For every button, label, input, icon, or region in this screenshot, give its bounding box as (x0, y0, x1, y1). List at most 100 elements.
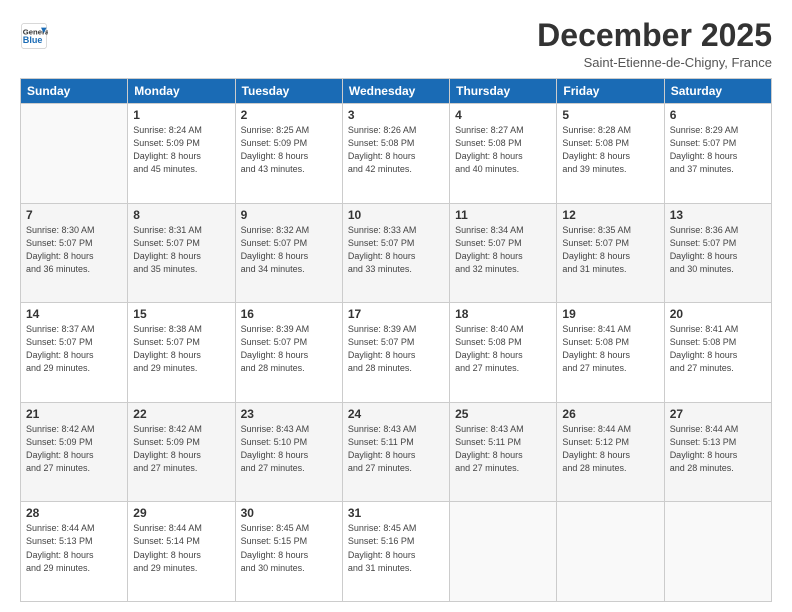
day-number: 6 (670, 108, 766, 122)
calendar-cell: 13 Sunrise: 8:36 AMSunset: 5:07 PMDayligh… (664, 203, 771, 303)
day-number: 10 (348, 208, 444, 222)
calendar-cell: 15 Sunrise: 8:38 AMSunset: 5:07 PMDayligh… (128, 303, 235, 403)
day-number: 20 (670, 307, 766, 321)
page: General Blue December 2025 Saint-Etienne… (0, 0, 792, 612)
calendar-cell: 3 Sunrise: 8:26 AMSunset: 5:08 PMDaylight… (342, 104, 449, 204)
calendar-cell: 1 Sunrise: 8:24 AMSunset: 5:09 PMDaylight… (128, 104, 235, 204)
calendar-cell: 7Sunrise: 8:30 AMSunset: 5:07 PMDaylight… (21, 203, 128, 303)
day-info: Sunrise: 8:43 AMSunset: 5:10 PMDaylight:… (241, 423, 337, 475)
day-info: Sunrise: 8:33 AMSunset: 5:07 PMDaylight:… (348, 224, 444, 276)
day-number: 11 (455, 208, 551, 222)
day-number: 23 (241, 407, 337, 421)
day-info: Sunrise: 8:39 AMSunset: 5:07 PMDaylight:… (348, 323, 444, 375)
day-number: 29 (133, 506, 229, 520)
calendar-cell: 20 Sunrise: 8:41 AMSunset: 5:08 PMDayligh… (664, 303, 771, 403)
calendar-cell: 22Sunrise: 8:42 AMSunset: 5:09 PMDayligh… (128, 402, 235, 502)
day-number: 18 (455, 307, 551, 321)
calendar-cell: 27 Sunrise: 8:44 AMSunset: 5:13 PMDayligh… (664, 402, 771, 502)
calendar-cell: 5 Sunrise: 8:28 AMSunset: 5:08 PMDaylight… (557, 104, 664, 204)
day-number: 14 (26, 307, 122, 321)
weekday-header-tuesday: Tuesday (235, 79, 342, 104)
day-info: Sunrise: 8:35 AMSunset: 5:07 PMDaylight:… (562, 224, 658, 276)
day-number: 9 (241, 208, 337, 222)
calendar-cell: 26 Sunrise: 8:44 AMSunset: 5:12 PMDayligh… (557, 402, 664, 502)
calendar-cell: 11 Sunrise: 8:34 AMSunset: 5:07 PMDayligh… (450, 203, 557, 303)
logo: General Blue (20, 22, 50, 50)
day-info: Sunrise: 8:43 AMSunset: 5:11 PMDaylight:… (455, 423, 551, 475)
day-number: 28 (26, 506, 122, 520)
logo-icon: General Blue (20, 22, 48, 50)
day-info: Sunrise: 8:25 AMSunset: 5:09 PMDaylight:… (241, 124, 337, 176)
day-info: Sunrise: 8:40 AMSunset: 5:08 PMDaylight:… (455, 323, 551, 375)
day-number: 7 (26, 208, 122, 222)
day-info: Sunrise: 8:28 AMSunset: 5:08 PMDaylight:… (562, 124, 658, 176)
title-block: December 2025 Saint-Etienne-de-Chigny, F… (537, 18, 772, 70)
day-number: 27 (670, 407, 766, 421)
calendar-cell: 6 Sunrise: 8:29 AMSunset: 5:07 PMDaylight… (664, 104, 771, 204)
day-info: Sunrise: 8:44 AMSunset: 5:14 PMDaylight:… (133, 522, 229, 574)
header: General Blue December 2025 Saint-Etienne… (20, 18, 772, 70)
day-info: Sunrise: 8:31 AMSunset: 5:07 PMDaylight:… (133, 224, 229, 276)
day-info: Sunrise: 8:39 AMSunset: 5:07 PMDaylight:… (241, 323, 337, 375)
day-number: 13 (670, 208, 766, 222)
day-info: Sunrise: 8:27 AMSunset: 5:08 PMDaylight:… (455, 124, 551, 176)
month-title: December 2025 (537, 18, 772, 53)
weekday-header-saturday: Saturday (664, 79, 771, 104)
day-info: Sunrise: 8:41 AMSunset: 5:08 PMDaylight:… (670, 323, 766, 375)
calendar-cell: 2 Sunrise: 8:25 AMSunset: 5:09 PMDaylight… (235, 104, 342, 204)
day-number: 8 (133, 208, 229, 222)
day-number: 15 (133, 307, 229, 321)
calendar-cell: 10 Sunrise: 8:33 AMSunset: 5:07 PMDayligh… (342, 203, 449, 303)
calendar-cell: 18 Sunrise: 8:40 AMSunset: 5:08 PMDayligh… (450, 303, 557, 403)
weekday-header-monday: Monday (128, 79, 235, 104)
day-info: Sunrise: 8:34 AMSunset: 5:07 PMDaylight:… (455, 224, 551, 276)
calendar-cell: 24 Sunrise: 8:43 AMSunset: 5:11 PMDayligh… (342, 402, 449, 502)
calendar-cell: 25 Sunrise: 8:43 AMSunset: 5:11 PMDayligh… (450, 402, 557, 502)
day-info: Sunrise: 8:41 AMSunset: 5:08 PMDaylight:… (562, 323, 658, 375)
day-number: 2 (241, 108, 337, 122)
day-number: 5 (562, 108, 658, 122)
day-number: 26 (562, 407, 658, 421)
day-number: 3 (348, 108, 444, 122)
calendar-cell: 30 Sunrise: 8:45 AMSunset: 5:15 PMDayligh… (235, 502, 342, 602)
day-info: Sunrise: 8:32 AMSunset: 5:07 PMDaylight:… (241, 224, 337, 276)
day-info: Sunrise: 8:29 AMSunset: 5:07 PMDaylight:… (670, 124, 766, 176)
day-info: Sunrise: 8:24 AMSunset: 5:09 PMDaylight:… (133, 124, 229, 176)
day-info: Sunrise: 8:45 AMSunset: 5:16 PMDaylight:… (348, 522, 444, 574)
day-info: Sunrise: 8:45 AMSunset: 5:15 PMDaylight:… (241, 522, 337, 574)
calendar-cell: 16 Sunrise: 8:39 AMSunset: 5:07 PMDayligh… (235, 303, 342, 403)
day-number: 16 (241, 307, 337, 321)
calendar-cell: 19 Sunrise: 8:41 AMSunset: 5:08 PMDayligh… (557, 303, 664, 403)
weekday-header-wednesday: Wednesday (342, 79, 449, 104)
calendar-cell: 17 Sunrise: 8:39 AMSunset: 5:07 PMDayligh… (342, 303, 449, 403)
day-number: 31 (348, 506, 444, 520)
calendar-cell: 4 Sunrise: 8:27 AMSunset: 5:08 PMDaylight… (450, 104, 557, 204)
day-number: 1 (133, 108, 229, 122)
day-number: 19 (562, 307, 658, 321)
day-info: Sunrise: 8:26 AMSunset: 5:08 PMDaylight:… (348, 124, 444, 176)
day-info: Sunrise: 8:44 AMSunset: 5:12 PMDaylight:… (562, 423, 658, 475)
day-number: 17 (348, 307, 444, 321)
day-info: Sunrise: 8:42 AMSunset: 5:09 PMDaylight:… (26, 423, 122, 475)
day-number: 12 (562, 208, 658, 222)
day-number: 24 (348, 407, 444, 421)
day-number: 4 (455, 108, 551, 122)
location-subtitle: Saint-Etienne-de-Chigny, France (537, 55, 772, 70)
calendar-cell: 29 Sunrise: 8:44 AMSunset: 5:14 PMDayligh… (128, 502, 235, 602)
day-info: Sunrise: 8:43 AMSunset: 5:11 PMDaylight:… (348, 423, 444, 475)
calendar-cell: 31 Sunrise: 8:45 AMSunset: 5:16 PMDayligh… (342, 502, 449, 602)
day-number: 30 (241, 506, 337, 520)
calendar-cell: 12 Sunrise: 8:35 AMSunset: 5:07 PMDayligh… (557, 203, 664, 303)
calendar-cell: 28 Sunrise: 8:44 AMSunset: 5:13 PMDayligh… (21, 502, 128, 602)
day-info: Sunrise: 8:42 AMSunset: 5:09 PMDaylight:… (133, 423, 229, 475)
day-info: Sunrise: 8:38 AMSunset: 5:07 PMDaylight:… (133, 323, 229, 375)
calendar-cell: 23 Sunrise: 8:43 AMSunset: 5:10 PMDayligh… (235, 402, 342, 502)
calendar-cell: 9 Sunrise: 8:32 AMSunset: 5:07 PMDaylight… (235, 203, 342, 303)
day-number: 25 (455, 407, 551, 421)
day-info: Sunrise: 8:44 AMSunset: 5:13 PMDaylight:… (670, 423, 766, 475)
day-info: Sunrise: 8:44 AMSunset: 5:13 PMDaylight:… (26, 522, 122, 574)
weekday-header-sunday: Sunday (21, 79, 128, 104)
calendar-cell: 14Sunrise: 8:37 AMSunset: 5:07 PMDayligh… (21, 303, 128, 403)
calendar-cell (21, 104, 128, 204)
day-info: Sunrise: 8:36 AMSunset: 5:07 PMDaylight:… (670, 224, 766, 276)
